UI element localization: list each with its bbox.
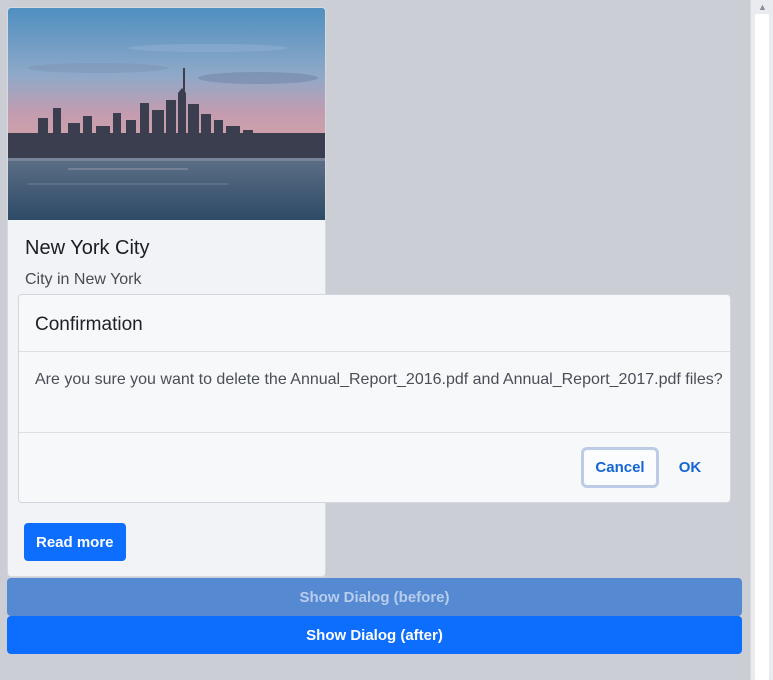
card-subtitle: City in New York (25, 271, 142, 288)
confirmation-dialog: Confirmation Are you sure you want to de… (18, 294, 731, 503)
scroll-thumb[interactable] (755, 14, 769, 680)
show-dialog-after-button[interactable]: Show Dialog (after) (7, 616, 742, 654)
card-title: New York City (25, 237, 150, 259)
ok-button[interactable]: OK (669, 447, 711, 488)
city-skyline-image (8, 8, 325, 220)
cancel-button[interactable]: Cancel (581, 447, 659, 488)
dialog-title: Confirmation (35, 314, 143, 335)
dialog-header-divider (19, 351, 730, 352)
vertical-scrollbar[interactable]: ▲ (750, 0, 773, 680)
scroll-up-arrow-icon[interactable]: ▲ (758, 2, 767, 12)
read-more-button[interactable]: Read more (24, 523, 126, 561)
dialog-footer-divider (19, 432, 730, 433)
show-dialog-before-button[interactable]: Show Dialog (before) (7, 578, 742, 616)
dialog-message: Are you sure you want to delete the Annu… (35, 371, 723, 388)
